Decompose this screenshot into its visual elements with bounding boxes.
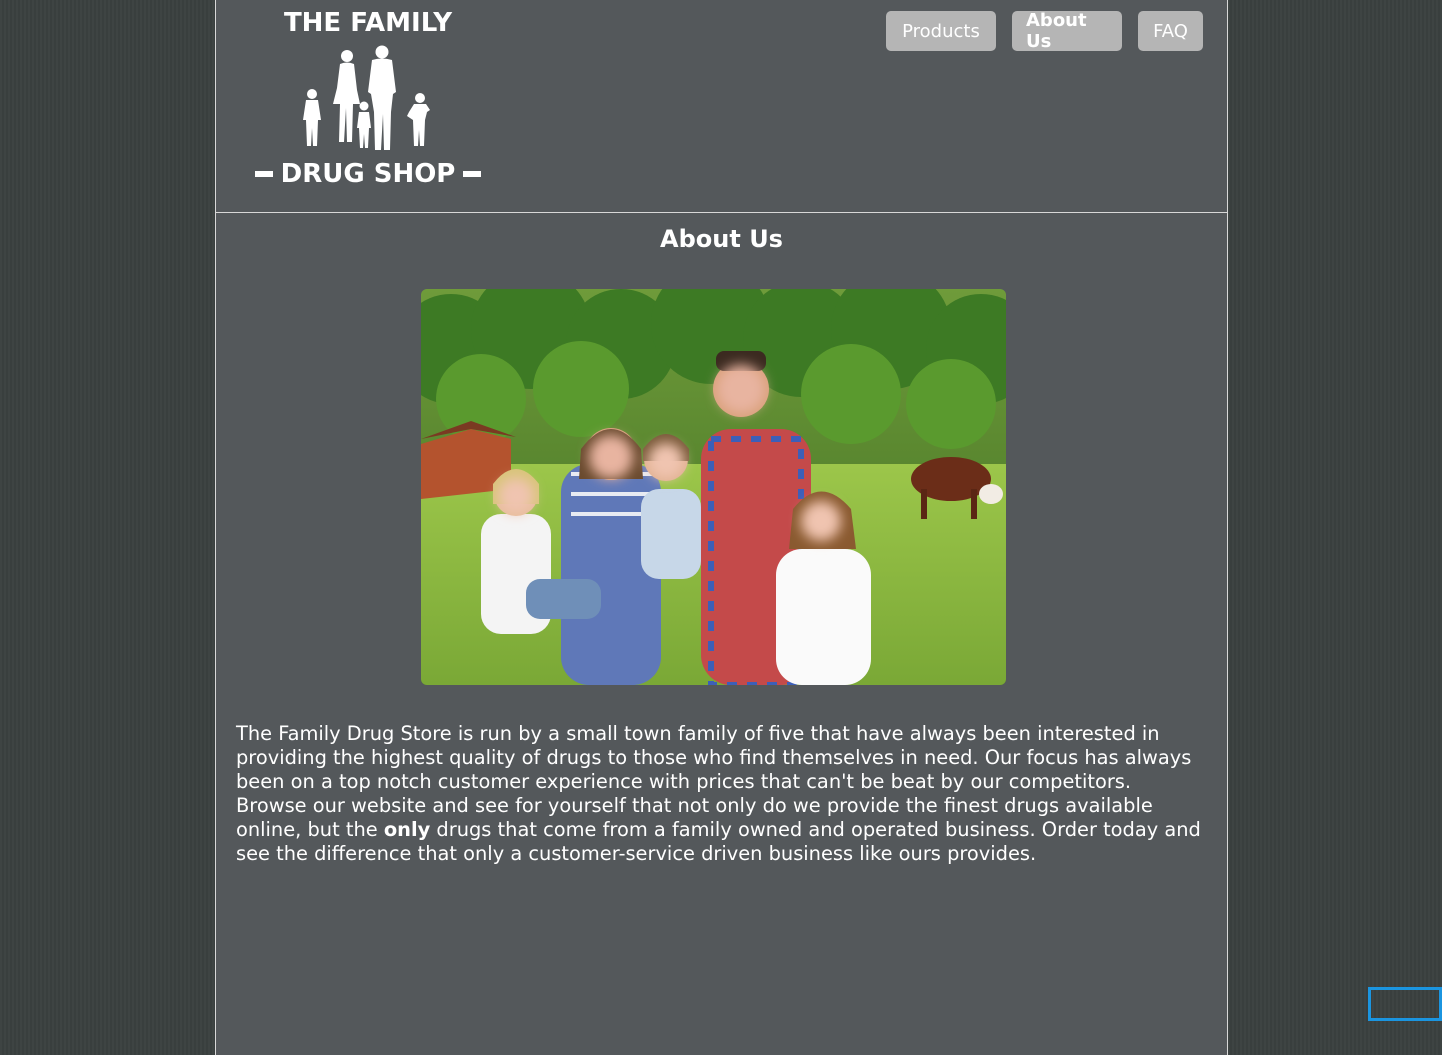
logo-bottom: DRUG SHOP bbox=[250, 158, 486, 190]
site-header: THE FAMILY DRUG SHOP Products About Us F… bbox=[216, 0, 1227, 213]
site-logo[interactable]: THE FAMILY DRUG SHOP bbox=[250, 8, 486, 190]
main-content: About Us The Family Drug Store is run by… bbox=[216, 225, 1227, 865]
page-container: THE FAMILY DRUG SHOP Products About Us F… bbox=[215, 0, 1228, 1055]
page-title: About Us bbox=[660, 225, 783, 253]
logo-top-text: THE FAMILY bbox=[283, 8, 453, 38]
family-silhouette-icon bbox=[303, 45, 430, 150]
logo-bottom-text: DRUG SHOP bbox=[280, 159, 456, 189]
about-paragraph: The Family Drug Store is run by a small … bbox=[236, 722, 1206, 866]
nav-about-us-button[interactable]: About Us bbox=[1012, 10, 1122, 52]
focus-outline[interactable] bbox=[1368, 987, 1442, 1021]
family-photo bbox=[421, 289, 1006, 685]
main-nav: Products About Us FAQ bbox=[886, 10, 1203, 52]
about-text-emphasis: only bbox=[383, 818, 431, 841]
nav-products-button[interactable]: Products bbox=[886, 11, 996, 51]
logo-dash-left bbox=[254, 171, 273, 177]
logo-dash-right bbox=[463, 171, 482, 177]
nav-faq-button[interactable]: FAQ bbox=[1138, 11, 1203, 51]
